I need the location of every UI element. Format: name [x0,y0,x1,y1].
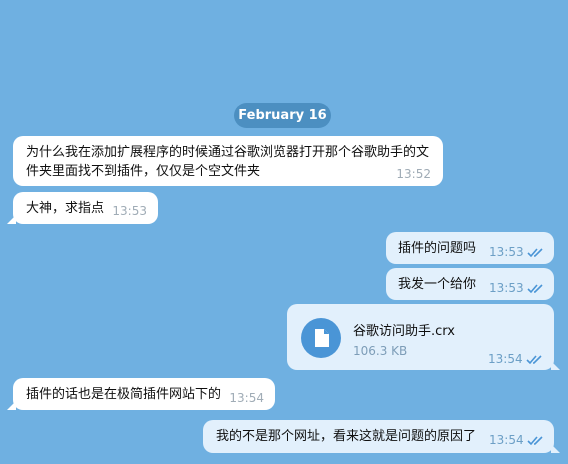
double-check-icon [527,248,543,258]
message-text: 插件的话也是在极简插件网站下的 [26,387,222,402]
message-text: 我的不是那个网址，看来这就是问题的原因了 [216,429,477,444]
message-time: 13:53 [489,245,524,259]
file-size: 106.3 KB [353,344,408,358]
file-name[interactable]: 谷歌访问助手.crx [353,320,455,339]
message-outgoing[interactable]: 插件的问题吗 13:53 [386,232,554,264]
message-time: 13:53 [112,204,147,218]
message-incoming[interactable]: 为什么我在添加扩展程序的时候通过谷歌浏览器打开那个谷歌助手的文 件夹里面找不到插… [13,136,443,186]
double-check-icon [527,284,543,294]
double-check-icon [526,355,542,365]
message-time: 13:54 [489,433,524,447]
message-incoming[interactable]: 插件的话也是在极简插件网站下的 13:54 [7,378,275,410]
message-outgoing[interactable]: 我的不是那个网址，看来这就是问题的原因了 13:54 [203,420,560,453]
message-time: 13:53 [489,281,524,295]
file-icon[interactable] [301,318,341,358]
message-outgoing-file[interactable]: 谷歌访问助手.crx 106.3 KB 13:54 [287,304,560,370]
date-separator: February 16 [234,103,331,128]
message-text: 插件的问题吗 [398,241,477,256]
message-time: 13:52 [396,167,431,181]
double-check-icon [527,436,543,446]
message-text: 我发一个给你 [398,277,477,292]
message-outgoing[interactable]: 我发一个给你 13:53 [386,268,554,300]
message-text-line: 件夹里面找不到插件，仅仅是个空文件夹 [26,164,261,179]
message-text: 大神，求指点 [26,201,105,216]
message-text-line: 为什么我在添加扩展程序的时候通过谷歌浏览器打开那个谷歌助手的文 [26,145,430,160]
message-incoming[interactable]: 大神，求指点 13:53 [7,192,158,224]
message-time: 13:54 [488,352,523,366]
message-time: 13:54 [229,391,264,405]
